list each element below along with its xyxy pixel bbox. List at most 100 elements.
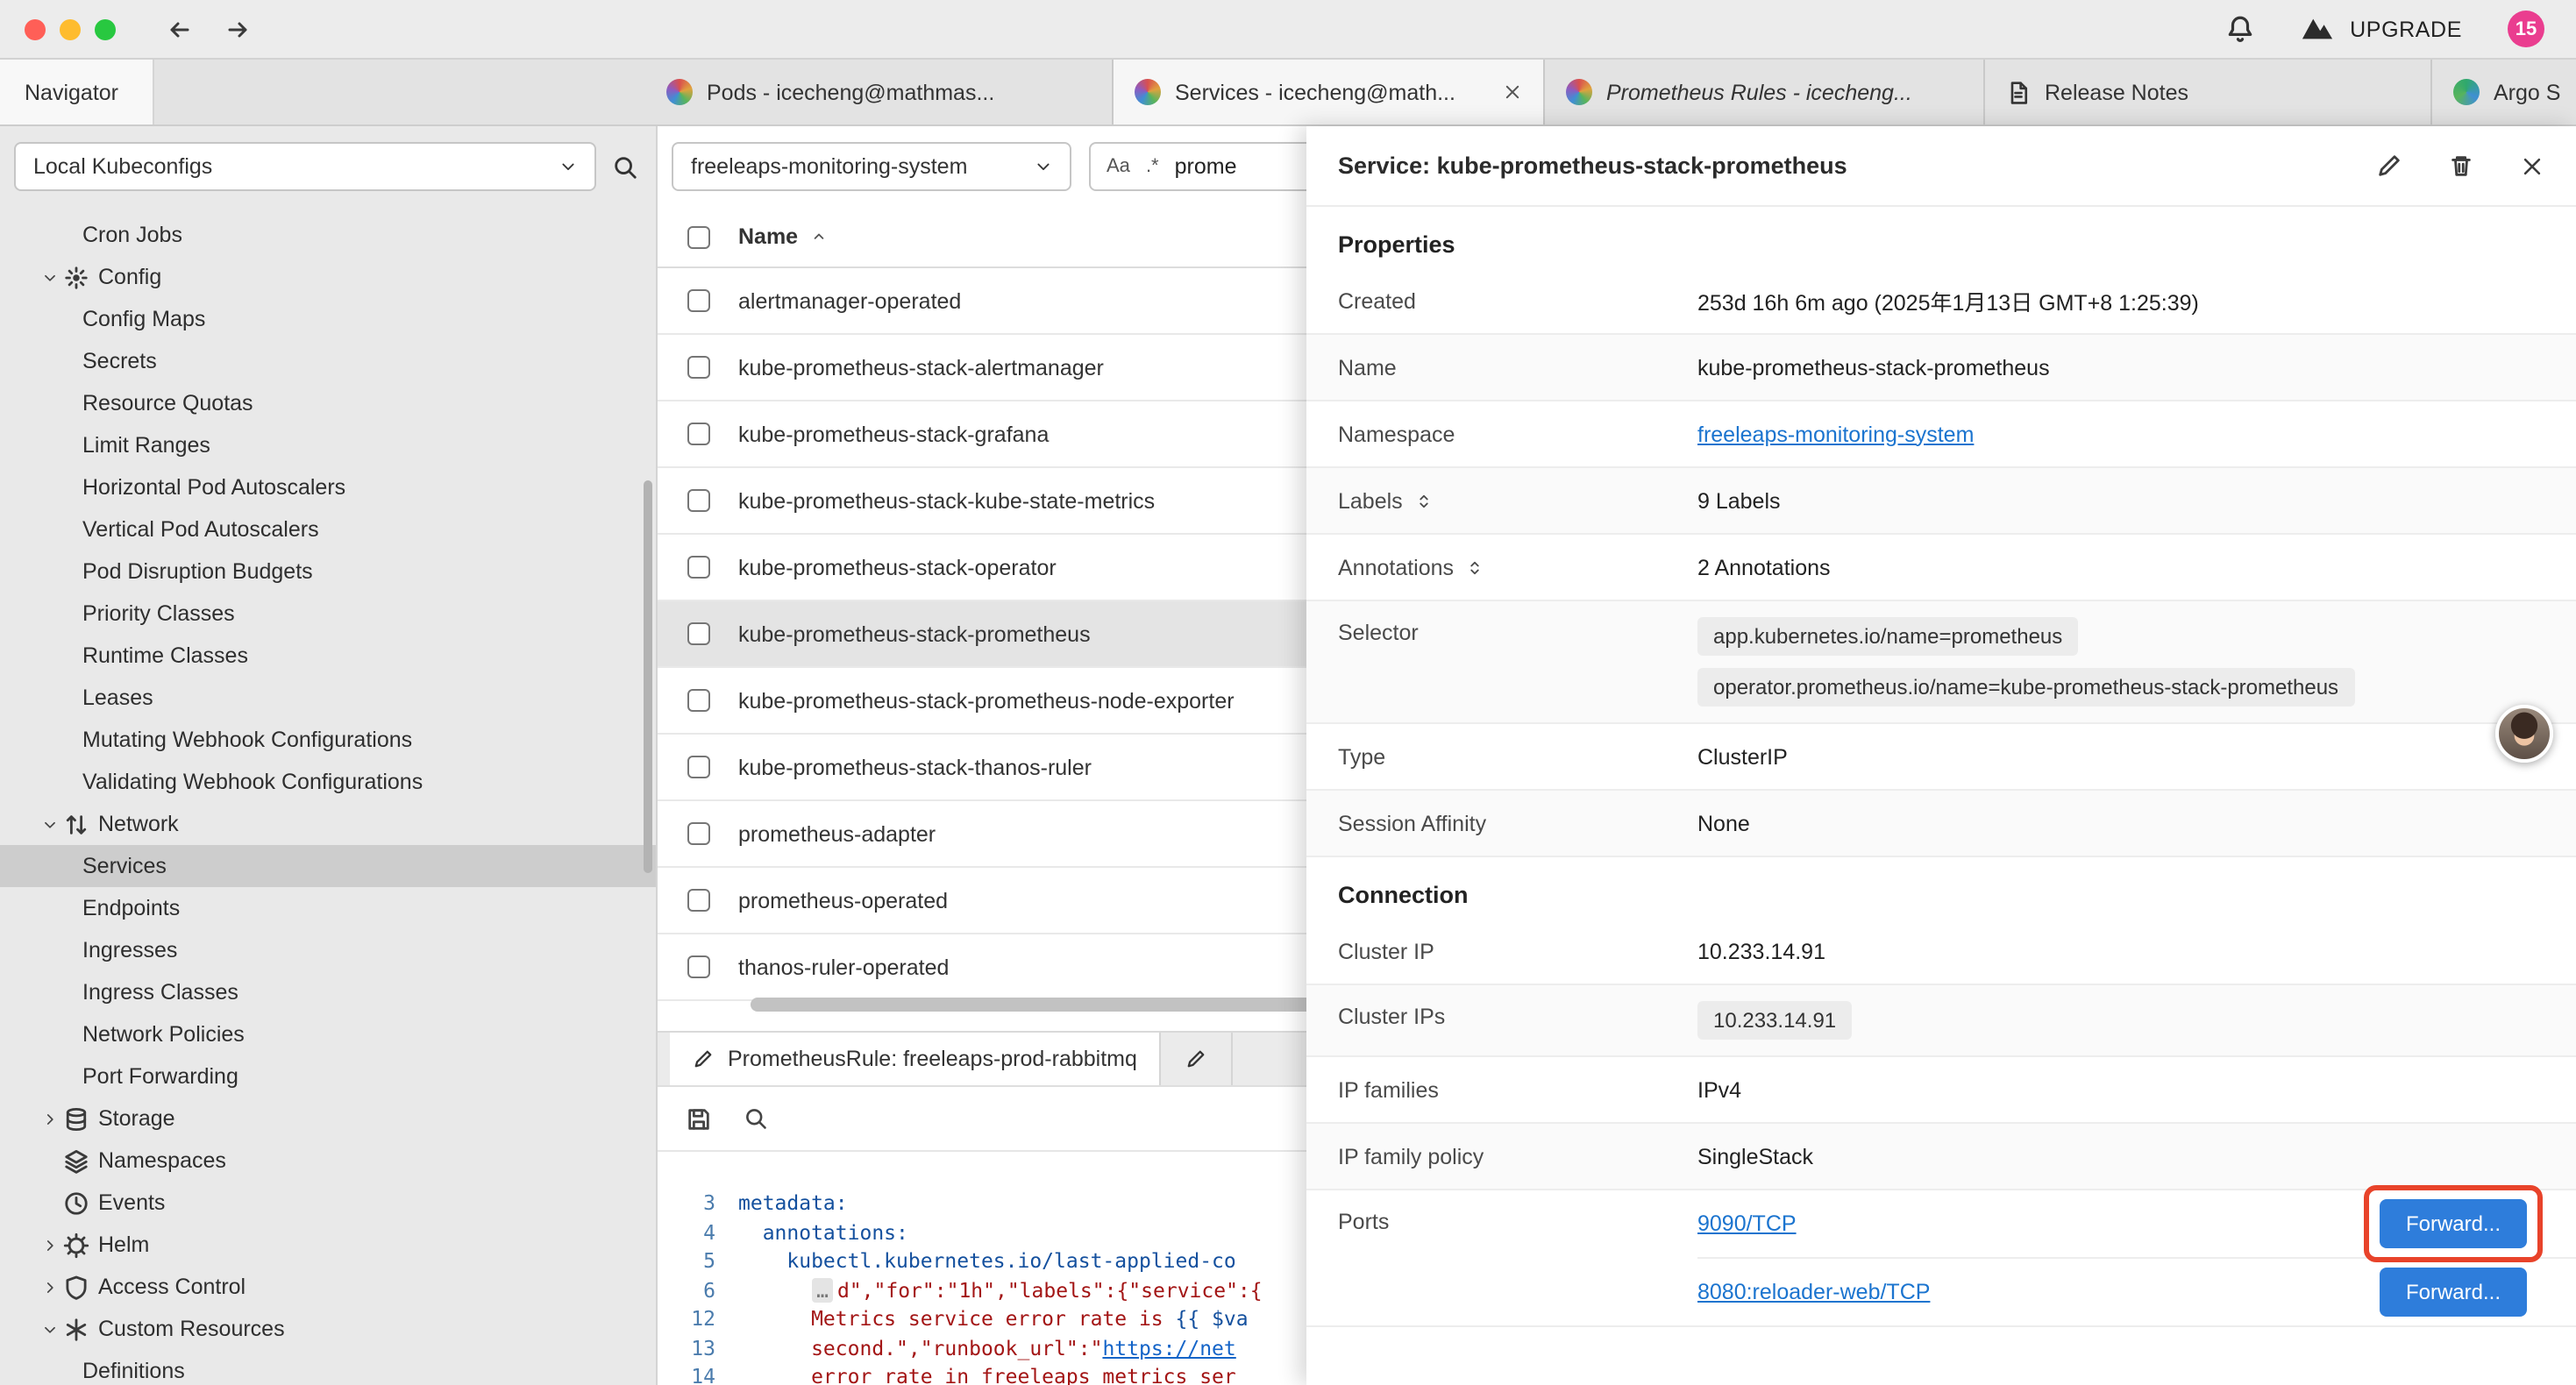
sidebar-item-network[interactable]: Network (0, 803, 656, 845)
close-icon[interactable] (2520, 153, 2544, 178)
chevron-down-icon[interactable] (35, 816, 63, 832)
tab-prometheus-rules-icecheng[interactable]: Prometheus Rules - icecheng... (1545, 60, 1985, 124)
row-checkbox[interactable] (687, 622, 710, 645)
row-checkbox[interactable] (687, 689, 710, 712)
delete-icon[interactable] (2448, 153, 2474, 179)
edit-icon[interactable] (2376, 153, 2402, 179)
detail-value: 9 Labels (1697, 488, 2576, 513)
close-window-button[interactable] (25, 18, 46, 39)
sidebar-item-mutating-webhook-configurations[interactable]: Mutating Webhook Configurations (0, 719, 656, 761)
sidebar-item-helm[interactable]: Helm (0, 1224, 656, 1266)
port-link[interactable]: 9090/TCP (1697, 1211, 1797, 1236)
tab-label: Release Notes (2045, 80, 2409, 104)
sidebar-item-network-policies[interactable]: Network Policies (0, 1013, 656, 1055)
chevron-right-icon[interactable] (35, 1279, 63, 1295)
sidebar-item-events[interactable]: Events (0, 1182, 656, 1224)
sidebar-item-horizontal-pod-autoscalers[interactable]: Horizontal Pod Autoscalers (0, 466, 656, 508)
dock-tab-label: PrometheusRule: freeleaps-prod-rabbitmq (728, 1047, 1137, 1071)
row-checkbox[interactable] (687, 756, 710, 778)
sidebar-item-secrets[interactable]: Secrets (0, 340, 656, 382)
select-all-checkbox[interactable] (687, 225, 710, 248)
row-checkbox[interactable] (687, 356, 710, 379)
dock-tab-prometheusrule[interactable]: PrometheusRule: freeleaps-prod-rabbitmq (670, 1033, 1162, 1085)
detail-label: Cluster IPs (1338, 985, 1697, 1029)
forward-button[interactable]: Forward... (2380, 1268, 2527, 1317)
details-header: Service: kube-prometheus-stack-prometheu… (1306, 126, 2576, 207)
details-body: Properties Created253d 16h 6m ago (2025年… (1306, 207, 2576, 1385)
sidebar-item-namespaces[interactable]: Namespaces (0, 1140, 656, 1182)
sidebar-item-validating-webhook-configurations[interactable]: Validating Webhook Configurations (0, 761, 656, 803)
sidebar-item-port-forwarding[interactable]: Port Forwarding (0, 1055, 656, 1097)
namespace-filter[interactable]: freeleaps-monitoring-system (672, 142, 1071, 191)
chevron-down-icon[interactable] (35, 1321, 63, 1337)
row-checkbox[interactable] (687, 556, 710, 579)
namespace-link[interactable]: freeleaps-monitoring-system (1697, 422, 1974, 446)
forward-button[interactable] (224, 15, 253, 43)
sidebar-item-label: Pod Disruption Budgets (82, 559, 313, 584)
sidebar-item-label: Network (98, 812, 179, 836)
row-checkbox[interactable] (687, 289, 710, 312)
sidebar-item-leases[interactable]: Leases (0, 677, 656, 719)
sidebar-item-storage[interactable]: Storage (0, 1097, 656, 1140)
search-icon[interactable] (744, 1106, 768, 1131)
sidebar-item-custom-resources[interactable]: Custom Resources (0, 1308, 656, 1350)
properties-heading: Properties (1338, 231, 2576, 258)
sidebar-item-access-control[interactable]: Access Control (0, 1266, 656, 1308)
sort-ascending-icon[interactable] (810, 228, 828, 245)
sidebar-item-services[interactable]: Services (0, 845, 656, 887)
detail-row-created: Created253d 16h 6m ago (2025年1月13日 GMT+8… (1306, 268, 2576, 335)
row-checkbox[interactable] (687, 822, 710, 845)
lens-logo-icon (2301, 12, 2334, 46)
tab-argo-s[interactable]: Argo S (2432, 60, 2576, 124)
row-checkbox[interactable] (687, 423, 710, 445)
tab-pods-icecheng-mathmas[interactable]: Pods - icecheng@mathmas... (645, 60, 1114, 124)
notification-count-badge[interactable]: 15 (2508, 11, 2544, 47)
sidebar-item-ingresses[interactable]: Ingresses (0, 929, 656, 971)
dock-tab-next[interactable] (1162, 1033, 1234, 1085)
port-link[interactable]: 8080:reloader-web/TCP (1697, 1280, 1930, 1304)
chevron-right-icon[interactable] (35, 1111, 63, 1126)
sidebar-item-endpoints[interactable]: Endpoints (0, 887, 656, 929)
sidebar-item-config[interactable]: Config (0, 256, 656, 298)
regex-toggle[interactable]: .* (1146, 156, 1159, 177)
sidebar-item-priority-classes[interactable]: Priority Classes (0, 593, 656, 635)
row-checkbox[interactable] (687, 955, 710, 978)
tab-release-notes[interactable]: Release Notes (1985, 60, 2432, 124)
tab-services-icecheng-math[interactable]: Services - icecheng@math... (1114, 60, 1545, 124)
sidebar-item-label: Helm (98, 1232, 149, 1257)
chevron-down-icon[interactable] (35, 269, 63, 285)
forward-button[interactable]: Forward... (2380, 1199, 2527, 1248)
back-button[interactable] (165, 15, 193, 43)
navigator-header[interactable]: Navigator (0, 60, 154, 124)
detail-label: Name (1338, 355, 1697, 380)
sidebar-item-config-maps[interactable]: Config Maps (0, 298, 656, 340)
kubeconfig-selector[interactable]: Local Kubeconfigs (14, 142, 596, 191)
zoom-window-button[interactable] (95, 18, 116, 39)
sidebar-item-ingress-classes[interactable]: Ingress Classes (0, 971, 656, 1013)
close-icon[interactable] (1503, 82, 1522, 102)
support-avatar[interactable] (2495, 705, 2553, 763)
notifications-bell-icon[interactable] (2225, 14, 2255, 44)
sorter-icon[interactable] (1466, 558, 1484, 576)
name-column-header[interactable]: Name (738, 224, 798, 249)
detail-label: Ports (1338, 1190, 1697, 1234)
search-icon[interactable] (612, 153, 638, 180)
sidebar-item-resource-quotas[interactable]: Resource Quotas (0, 382, 656, 424)
upgrade-button[interactable]: UPGRADE (2301, 12, 2462, 46)
sorter-icon[interactable] (1415, 492, 1433, 509)
sidebar-item-limit-ranges[interactable]: Limit Ranges (0, 424, 656, 466)
sidebar-item-pod-disruption-budgets[interactable]: Pod Disruption Budgets (0, 550, 656, 593)
save-icon[interactable] (686, 1105, 712, 1132)
sidebar-item-runtime-classes[interactable]: Runtime Classes (0, 635, 656, 677)
minimize-window-button[interactable] (60, 18, 81, 39)
chevron-right-icon[interactable] (35, 1237, 63, 1253)
line-number: 13 (658, 1333, 738, 1362)
sidebar-item-vertical-pod-autoscalers[interactable]: Vertical Pod Autoscalers (0, 508, 656, 550)
row-checkbox[interactable] (687, 889, 710, 912)
sidebar-item-cron-jobs[interactable]: Cron Jobs (0, 214, 656, 256)
row-checkbox[interactable] (687, 489, 710, 512)
match-case-toggle[interactable]: Aa (1107, 156, 1130, 177)
sidebar-item-definitions[interactable]: Definitions (0, 1350, 656, 1385)
sidebar-scrollbar[interactable] (644, 480, 652, 873)
value-chip: 10.233.14.91 (1697, 1001, 1852, 1040)
